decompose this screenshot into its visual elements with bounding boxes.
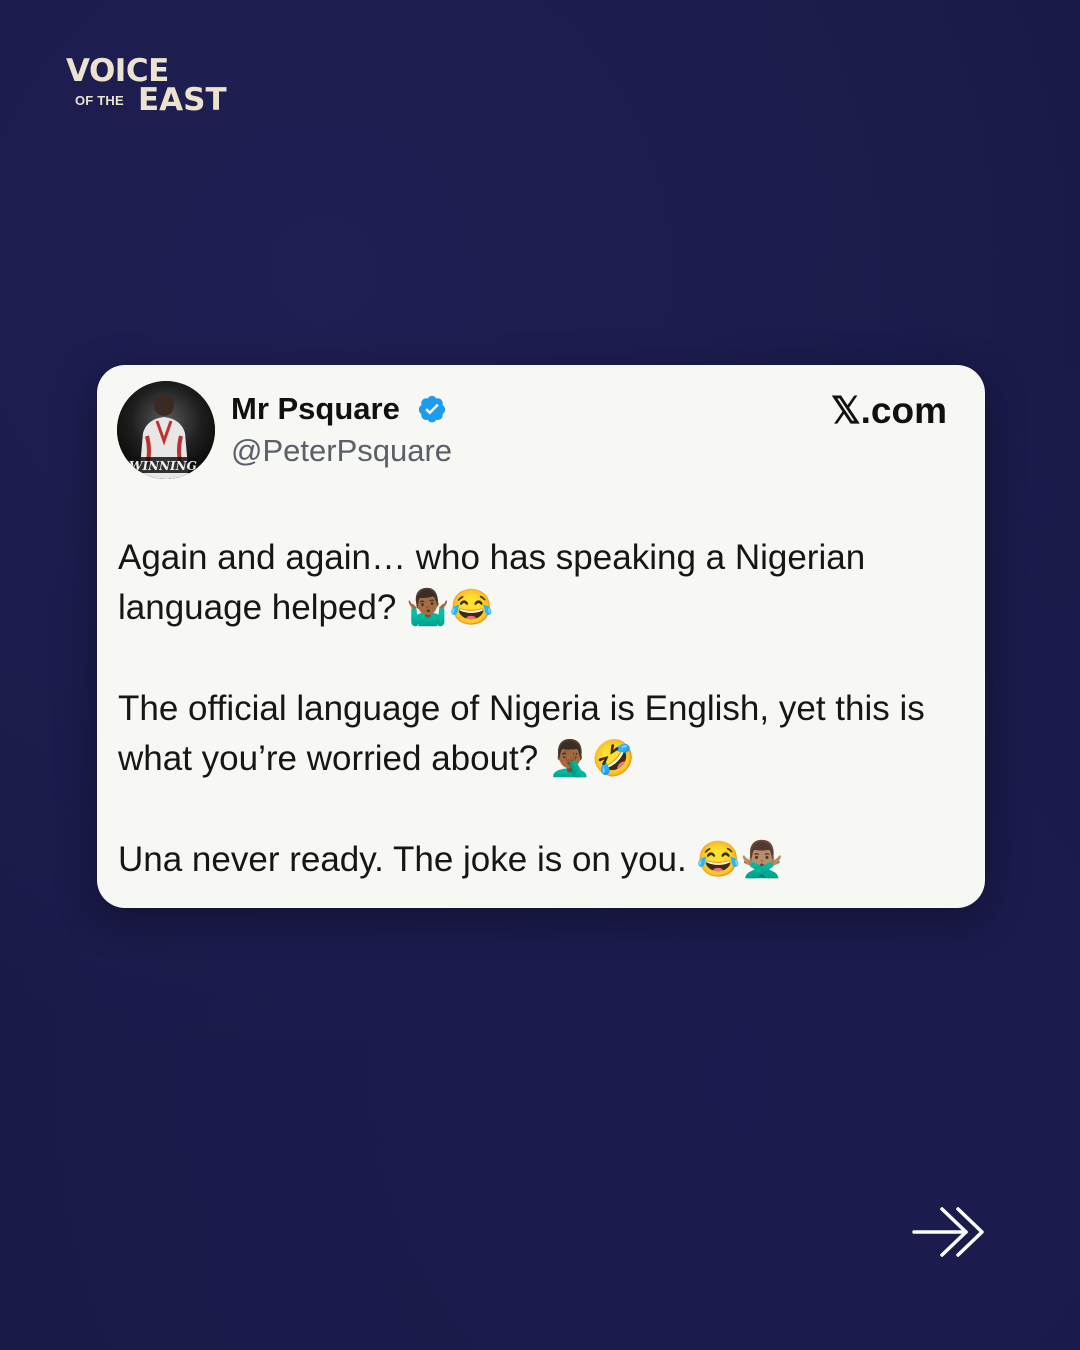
tweet-paragraph-1: Again and again… who has speaking a Nige… — [118, 538, 866, 627]
verified-badge-icon — [418, 395, 446, 423]
tweet-card: WINNING Mr Psquare @PeterPsquare 𝕏.com A… — [97, 365, 985, 908]
author-name[interactable]: Mr Psquare — [231, 391, 400, 427]
logo-east-text: EAST — [138, 82, 227, 118]
tweet-body: Again and again… who has speaking a Nige… — [118, 533, 978, 885]
next-arrow-icon[interactable] — [912, 1205, 984, 1259]
author-handle[interactable]: @PeterPsquare — [231, 433, 452, 469]
avatar-caption: WINNING — [129, 459, 197, 473]
brand-logo: VOICE OF THE EAST — [66, 56, 266, 118]
logo-of-the-text: OF THE — [75, 93, 124, 108]
author-avatar[interactable]: WINNING — [117, 381, 215, 479]
tweet-paragraph-2: The official language of Nigeria is Engl… — [118, 689, 925, 778]
site-label: 𝕏.com — [830, 390, 947, 431]
avatar-image: WINNING — [117, 381, 215, 479]
tweet-paragraph-3: Una never ready. The joke is on you. 😂🙅🏽… — [118, 840, 784, 879]
